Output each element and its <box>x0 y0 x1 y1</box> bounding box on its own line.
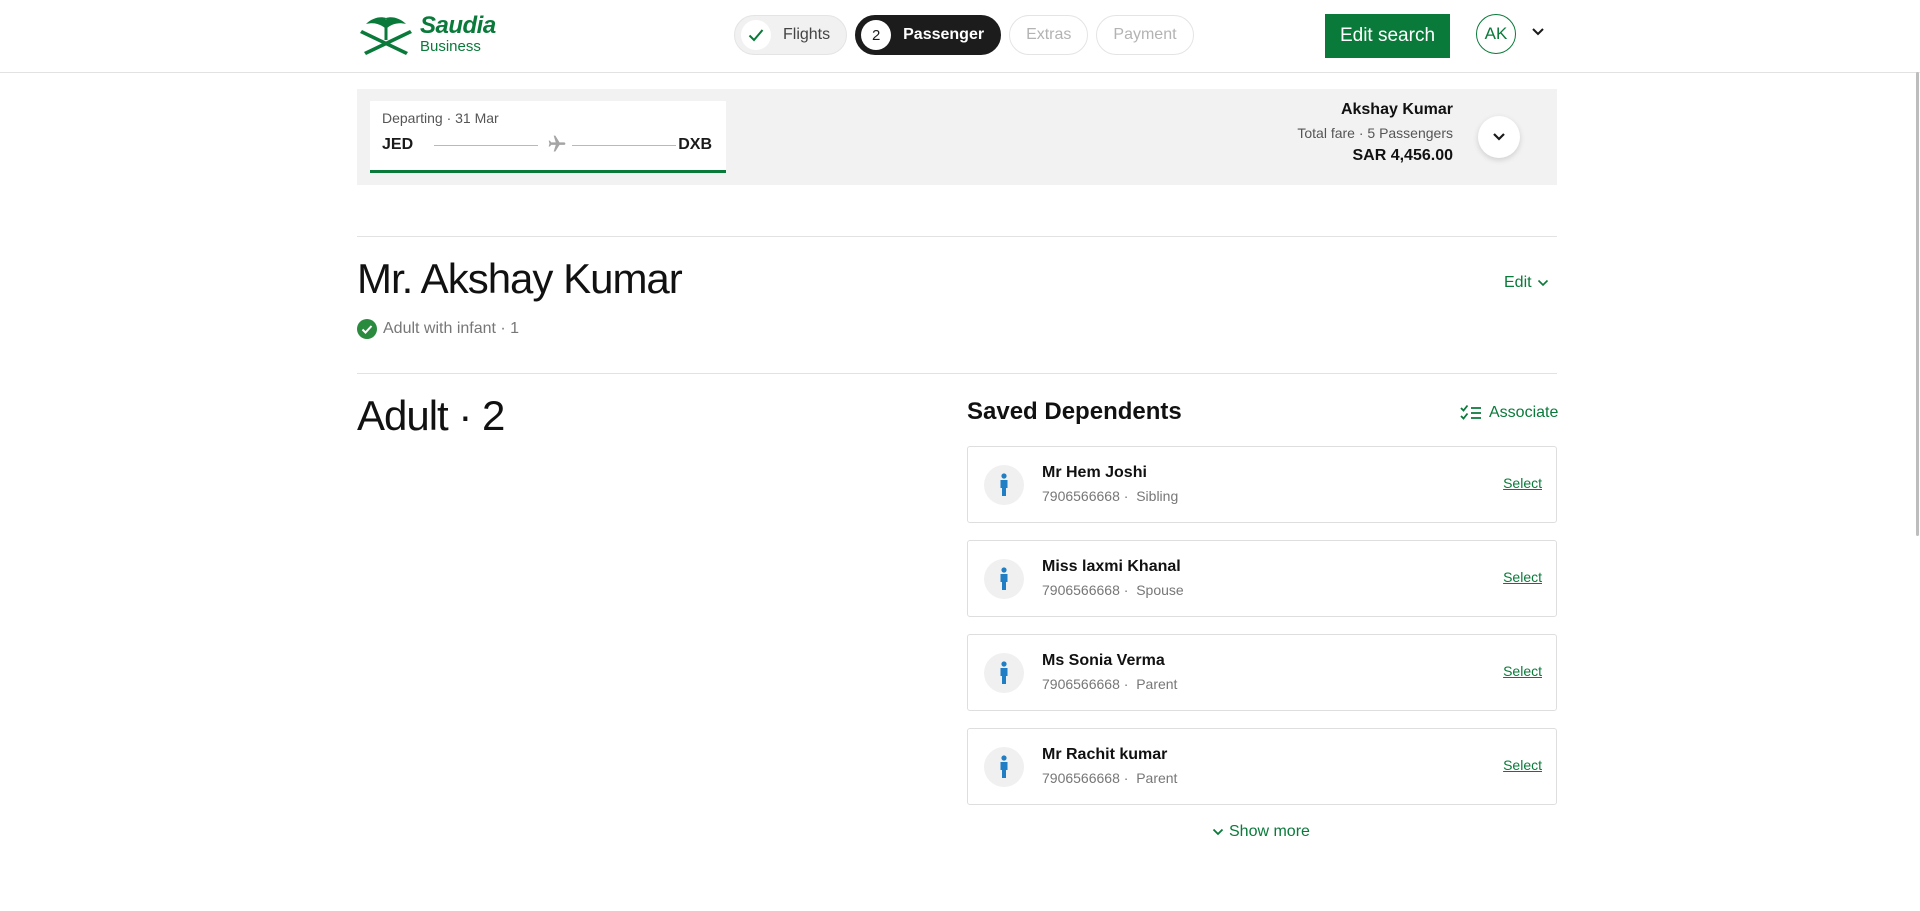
chevron-down-icon <box>1212 828 1224 836</box>
origin-code: JED <box>382 136 414 153</box>
step-passenger[interactable]: 2 Passenger <box>855 15 1002 55</box>
dependent-meta: 7906566668 · Parent <box>1042 770 1177 786</box>
section-divider <box>357 236 1557 237</box>
dependent-phone: 7906566668 · <box>1042 488 1129 504</box>
palm-swords-emblem-icon <box>360 17 412 55</box>
dependent-phone: 7906566668 · <box>1042 770 1129 786</box>
page-scrollbar[interactable] <box>1916 72 1919 536</box>
dependent-meta: 7906566668 · Spouse <box>1042 582 1184 598</box>
check-circle-icon <box>357 319 377 339</box>
passenger-status: Adult with infant · 1 <box>357 319 519 339</box>
associate-label: Associate <box>1489 404 1559 421</box>
checkmark-icon <box>741 20 771 50</box>
step-label: Extras <box>1026 26 1072 43</box>
dependent-relation: Parent <box>1136 676 1178 692</box>
top-header: Saudia Business Flights 2 Passenger Extr… <box>0 0 1920 73</box>
dependent-phone: 7906566668 · <box>1042 676 1129 692</box>
booking-steps: Flights 2 Passenger Extras Payment <box>734 15 1194 55</box>
dependent-phone: 7906566668 · <box>1042 582 1129 598</box>
checklist-icon <box>1460 404 1481 420</box>
step-payment: Payment <box>1096 15 1194 55</box>
destination-code: DXB <box>678 136 712 153</box>
person-icon <box>984 747 1024 787</box>
passenger-type-label: Adult with infant · 1 <box>383 320 520 337</box>
departure-date: Departing · 31 Mar <box>382 110 499 126</box>
route-line <box>434 145 538 146</box>
dependent-name: Miss laxmi Khanal <box>1042 558 1181 575</box>
fare-amount: SAR 4,456.00 <box>1352 147 1453 164</box>
passenger-name: Mr. Akshay Kumar <box>357 255 683 302</box>
step-extras: Extras <box>1009 15 1089 55</box>
chevron-down-icon[interactable] <box>1531 24 1545 42</box>
dependent-meta: 7906566668 · Parent <box>1042 676 1177 692</box>
step-label: Passenger <box>903 26 985 43</box>
trip-card[interactable]: Departing · 31 Mar JED DXB <box>370 101 726 173</box>
step-label: Flights <box>783 26 831 43</box>
select-dependent-link[interactable]: Select <box>1503 475 1542 491</box>
trip-summary-bar: Departing · 31 Mar JED DXB Akshay Kumar … <box>357 89 1557 185</box>
step-label: Payment <box>1113 26 1177 43</box>
dependent-name: Mr Hem Joshi <box>1042 464 1147 481</box>
saudia-business-logo[interactable]: Saudia Business <box>358 12 496 56</box>
expand-fare-button[interactable] <box>1478 116 1520 158</box>
dependent-card: Miss laxmi Khanal 7906566668 · Spouse Se… <box>967 540 1557 617</box>
dependent-name: Mr Rachit kumar <box>1042 746 1168 763</box>
fare-info: Total fare · 5 Passengers <box>1297 125 1453 141</box>
step-number: 2 <box>861 20 892 50</box>
person-icon <box>984 653 1024 693</box>
dependent-card: Mr Hem Joshi 7906566668 · Sibling Select <box>967 446 1557 523</box>
brand-name: Saudia <box>420 12 496 39</box>
fare-summary: Akshay Kumar Total fare · 5 Passengers S… <box>1297 101 1453 165</box>
saved-dependents-title: Saved Dependents <box>967 398 1182 425</box>
dependent-name: Ms Sonia Verma <box>1042 652 1165 669</box>
section-divider <box>357 373 1557 374</box>
person-icon <box>984 559 1024 599</box>
person-icon <box>984 465 1024 505</box>
dependent-relation: Spouse <box>1136 582 1184 598</box>
logo-wordmark: Saudia Business <box>420 12 496 55</box>
edit-label: Edit <box>1504 274 1532 291</box>
dependent-card: Mr Rachit kumar 7906566668 · Parent Sele… <box>967 728 1557 805</box>
select-dependent-link[interactable]: Select <box>1503 663 1542 679</box>
brand-sub: Business <box>420 38 481 55</box>
select-dependent-link[interactable]: Select <box>1503 569 1542 585</box>
dependent-relation: Sibling <box>1136 488 1179 504</box>
select-dependent-link[interactable]: Select <box>1503 757 1542 773</box>
dependent-meta: 7906566668 · Sibling <box>1042 488 1178 504</box>
show-more-label: Show more <box>1229 823 1310 840</box>
dependent-relation: Parent <box>1136 770 1178 786</box>
route-line <box>572 145 676 146</box>
booker-name: Akshay Kumar <box>1340 101 1453 118</box>
chevron-down-icon <box>1493 133 1505 141</box>
adult-section-title: Adult · 2 <box>357 392 505 439</box>
dependent-card: Ms Sonia Verma 7906566668 · Parent Selec… <box>967 634 1557 711</box>
chevron-down-icon <box>1537 279 1548 287</box>
airplane-icon <box>546 134 568 159</box>
step-flights[interactable]: Flights <box>734 15 848 55</box>
associate-button[interactable]: Associate <box>1460 404 1558 422</box>
edit-passenger-button[interactable]: Edit <box>1504 274 1549 292</box>
edit-search-button[interactable]: Edit search <box>1325 14 1450 58</box>
user-avatar[interactable]: AK <box>1476 14 1516 54</box>
show-more-button[interactable]: Show more <box>1212 823 1310 841</box>
